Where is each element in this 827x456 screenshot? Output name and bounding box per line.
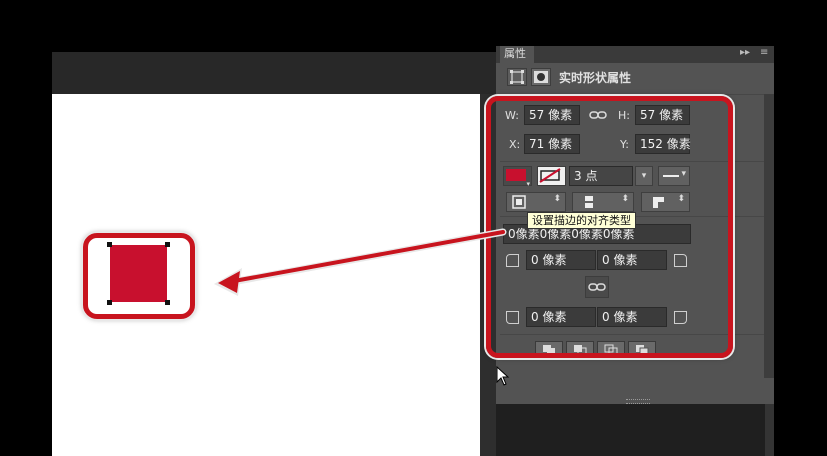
mouse-cursor-icon bbox=[496, 366, 510, 386]
annotation-arrow bbox=[214, 228, 507, 296]
stroke-align-tooltip: 设置描边的对齐类型 bbox=[527, 212, 636, 229]
